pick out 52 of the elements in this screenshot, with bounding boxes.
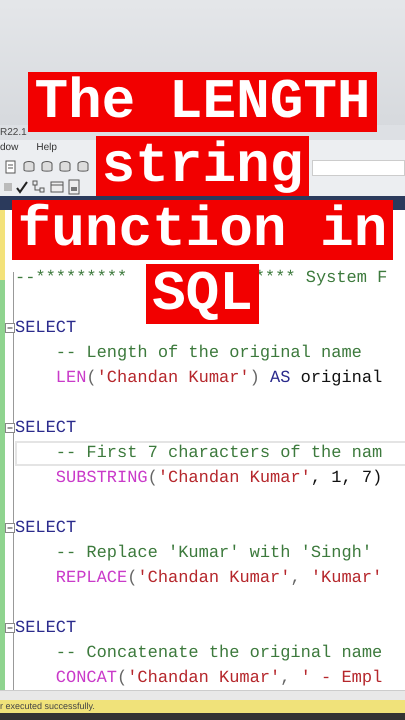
- code-token: 'Kumar': [310, 569, 382, 588]
- code-token: ,: [290, 569, 302, 588]
- code-token: (: [127, 569, 138, 588]
- sql-keyword: SELECT: [15, 519, 76, 538]
- code-comment: --*********: [15, 269, 128, 288]
- caption-text: SQL: [146, 264, 259, 324]
- tree-icon[interactable]: [32, 180, 46, 194]
- window-icon[interactable]: [50, 180, 64, 194]
- code-token: 'Chandan Kumar': [137, 569, 290, 588]
- code-token: (: [86, 369, 97, 388]
- code-comment: -- Length of the original name: [56, 344, 362, 363]
- database-icon[interactable]: [76, 160, 90, 174]
- collapse-icon[interactable]: [5, 523, 15, 533]
- code-token: CONCAT: [56, 669, 118, 688]
- code-token: (: [148, 469, 158, 488]
- caption-text: function in: [12, 200, 394, 260]
- database-icon[interactable]: [22, 160, 36, 174]
- code-token: ' - Empl: [300, 669, 382, 688]
- sql-keyword: SELECT: [15, 419, 76, 438]
- code-token: (: [117, 669, 128, 688]
- caption-text: The LENGTH: [28, 72, 377, 132]
- panel-icon[interactable]: [68, 178, 80, 194]
- collapse-icon[interactable]: [5, 423, 15, 433]
- collapse-icon[interactable]: [5, 623, 15, 633]
- horizontal-scrollbar[interactable]: [0, 690, 405, 700]
- code-token: 'Chandan Kumar': [127, 669, 280, 688]
- sql-keyword: SELECT: [15, 619, 76, 638]
- code-token: LEN: [56, 369, 86, 388]
- code-comment: -- Concatenate the original name: [56, 644, 382, 663]
- code-token: original: [300, 369, 382, 388]
- code-token: 'Chandan Kumar': [158, 469, 311, 488]
- database-icon[interactable]: [58, 160, 72, 174]
- code-token: REPLACE: [56, 569, 128, 588]
- code-token: 'Chandan Kumar': [96, 369, 250, 388]
- menu-item[interactable]: Help: [36, 140, 57, 155]
- code-token: SUBSTRING: [56, 469, 148, 488]
- document-icon[interactable]: [4, 160, 18, 174]
- code-token: , 1, 7): [310, 469, 382, 488]
- collapse-icon[interactable]: [5, 323, 15, 333]
- check-icon[interactable]: [16, 180, 28, 194]
- code-token: ,: [280, 669, 292, 688]
- menu-item[interactable]: dow: [0, 140, 18, 155]
- code-comment: -- Replace 'Kumar' with 'Singh': [56, 544, 372, 563]
- code-token: AS: [270, 369, 290, 388]
- window-title: R22.1: [0, 127, 27, 138]
- sql-keyword: SELECT: [15, 319, 76, 338]
- status-text: r executed successfully.: [0, 701, 95, 711]
- code-comment: -- First 7 characters of the nam: [56, 444, 382, 463]
- code-token: ): [250, 369, 261, 388]
- dropdown-field[interactable]: [312, 160, 405, 176]
- caption-text: string: [96, 136, 310, 196]
- database-icon[interactable]: [40, 160, 54, 174]
